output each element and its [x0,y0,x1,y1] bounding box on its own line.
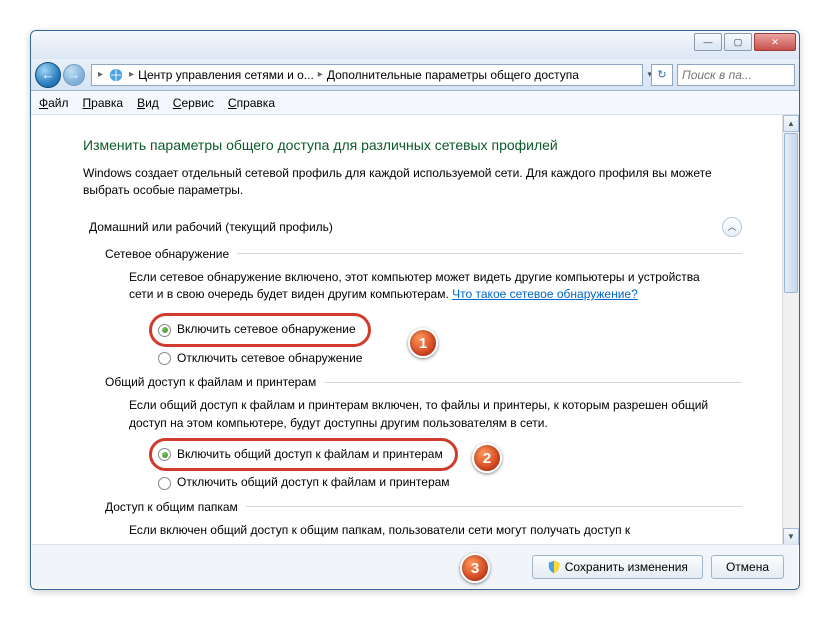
callout-3: 3 [460,553,490,583]
radio-icon [158,477,171,490]
back-button[interactable]: ← [35,62,61,88]
network-icon [109,68,123,82]
callout-1: 1 [408,328,438,358]
radio-enable-sharing[interactable]: Включить общий доступ к файлам и принтер… [158,446,443,463]
section-network-discovery: Сетевое обнаружение [105,247,742,261]
chevron-icon: ▸ [318,69,323,80]
shield-icon [547,560,561,574]
scroll-up-icon[interactable]: ▲ [783,115,799,132]
profile-label: Домашний или рабочий (текущий профиль) [89,220,333,234]
refresh-button[interactable]: ↻ [651,64,673,86]
explorer-window: — ▢ ✕ ← → ▸ ▸ Центр управления сетями и … [30,30,800,590]
menu-help[interactable]: Справка [228,96,275,110]
breadcrumb[interactable]: ▸ ▸ Центр управления сетями и о... ▸ Доп… [91,64,643,86]
section-body: Если общий доступ к файлам и принтерам в… [129,397,722,492]
section-public-folders: Доступ к общим папкам [105,500,742,514]
save-button[interactable]: Сохранить изменения [532,555,703,579]
breadcrumb-item[interactable]: Дополнительные параметры общего доступа [327,68,579,82]
highlight-2: Включить общий доступ к файлам и принтер… [149,438,458,471]
content: Изменить параметры общего доступа для ра… [31,115,782,545]
menu-bar: Файл Правка Вид Сервис Справка [31,91,799,115]
minimize-button[interactable]: — [694,33,722,51]
maximize-button[interactable]: ▢ [724,33,752,51]
menu-view[interactable]: Вид [137,96,159,110]
chevron-icon: ▸ [98,69,103,80]
scroll-thumb[interactable] [784,133,798,293]
radio-icon [158,448,171,461]
page-title: Изменить параметры общего доступа для ра… [83,137,742,153]
titlebar: — ▢ ✕ [31,31,799,59]
forward-button[interactable]: → [63,64,85,86]
address-bar: ← → ▸ ▸ Центр управления сетями и о... ▸… [31,59,799,91]
section-file-sharing: Общий доступ к файлам и принтерам [105,375,742,389]
profile-header[interactable]: Домашний или рабочий (текущий профиль) ︿ [89,217,742,237]
help-link[interactable]: Что такое сетевое обнаружение? [452,287,638,301]
highlight-1: Включить сетевое обнаружение [149,313,371,346]
radio-disable-sharing[interactable]: Отключить общий доступ к файлам и принте… [158,474,722,491]
menu-edit[interactable]: Правка [83,96,124,110]
scroll-down-icon[interactable]: ▼ [783,528,799,545]
breadcrumb-item[interactable]: Центр управления сетями и о... [138,68,314,82]
page-description: Windows создает отдельный сетевой профил… [83,165,742,199]
radio-enable-discovery[interactable]: Включить сетевое обнаружение [158,321,356,338]
cancel-button[interactable]: Отмена [711,555,784,579]
menu-file[interactable]: Файл [39,96,69,110]
close-button[interactable]: ✕ [754,33,796,51]
radio-disable-discovery[interactable]: Отключить сетевое обнаружение [158,350,722,367]
menu-tools[interactable]: Сервис [173,96,214,110]
search-input[interactable] [677,64,795,86]
section-body: Если включен общий доступ к общим папкам… [129,522,722,539]
footer-bar: Сохранить изменения Отмена [32,544,798,588]
chevron-icon: ▸ [129,69,134,80]
collapse-icon[interactable]: ︿ [722,217,742,237]
radio-icon [158,352,171,365]
callout-2: 2 [472,443,502,473]
radio-icon [158,324,171,337]
vertical-scrollbar[interactable]: ▲ ▼ [782,115,799,545]
